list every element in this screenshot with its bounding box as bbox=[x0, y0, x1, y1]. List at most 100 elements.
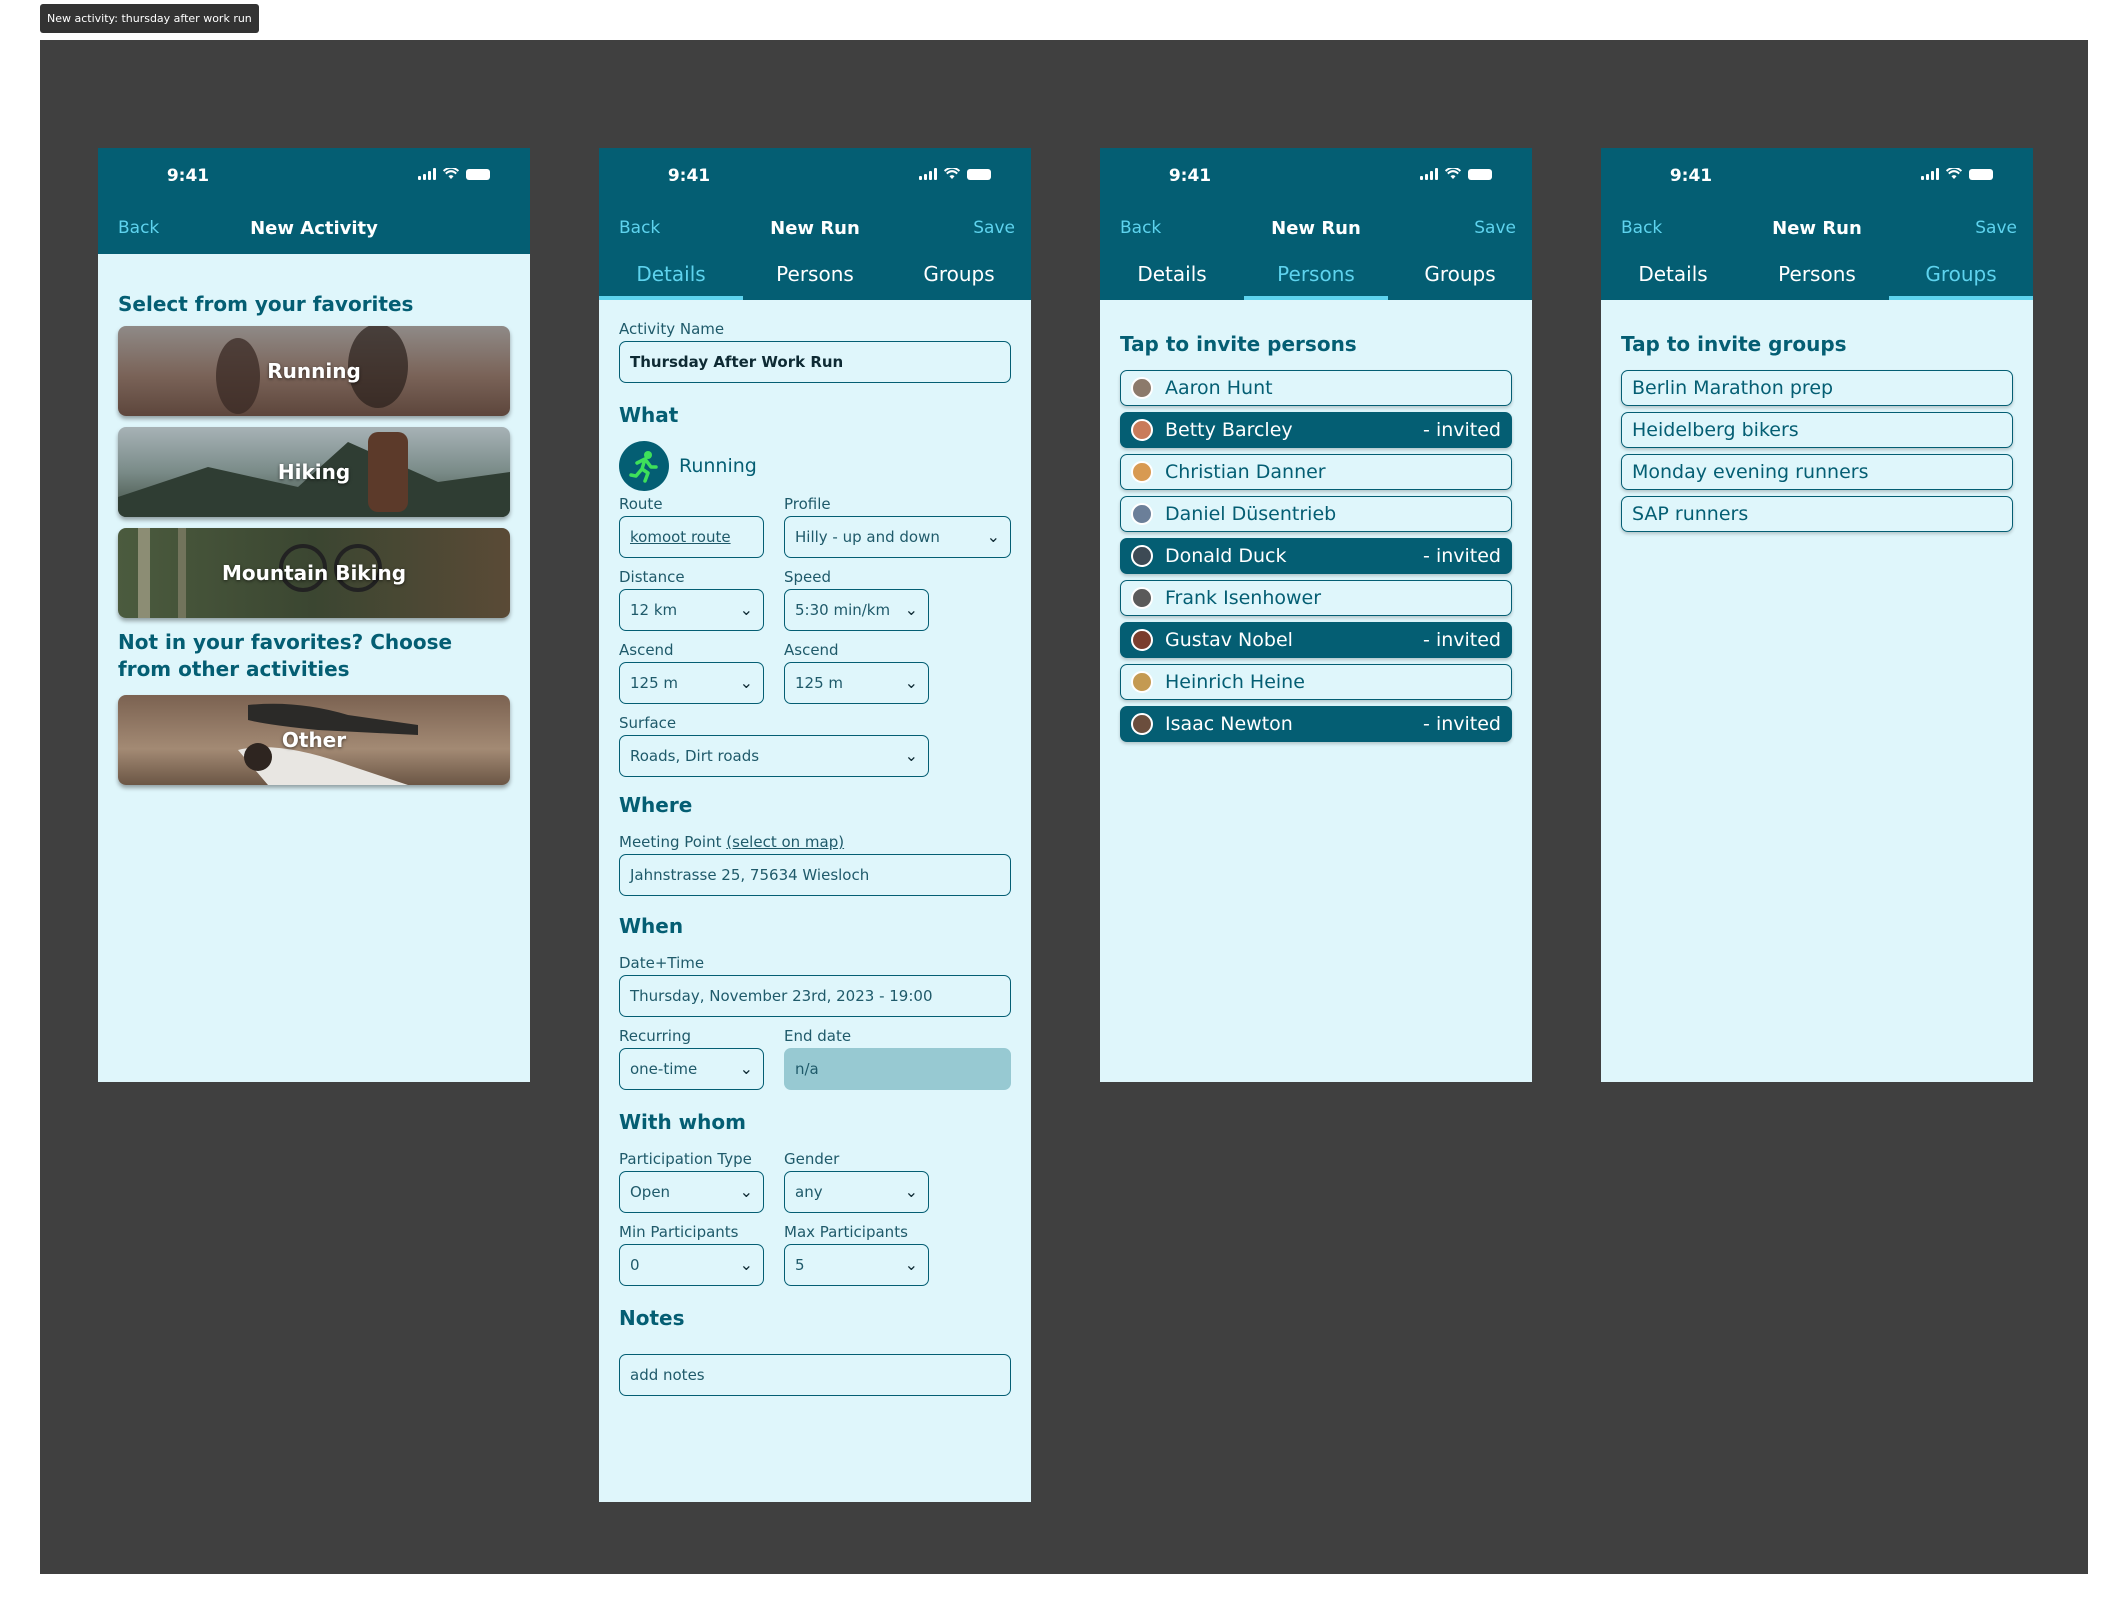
chevron-down-icon: ⌄ bbox=[739, 600, 753, 619]
chevron-down-icon: ⌄ bbox=[739, 673, 753, 692]
wifi-icon bbox=[944, 168, 960, 179]
person-item[interactable]: Gustav Nobel - invited bbox=[1120, 622, 1512, 658]
person-name: Gustav Nobel bbox=[1165, 629, 1293, 651]
person-item[interactable]: Christian Danner bbox=[1120, 454, 1512, 490]
profile-select[interactable]: Hilly - up and down ⌄ bbox=[784, 516, 1011, 558]
activity-card-other[interactable]: Other bbox=[118, 695, 510, 785]
route-field[interactable]: komoot route bbox=[619, 516, 764, 558]
wifi-icon bbox=[1946, 168, 1962, 179]
speed-label: Speed bbox=[784, 568, 832, 586]
tab-persons[interactable]: Persons bbox=[1745, 254, 1889, 300]
distance-label: Distance bbox=[619, 568, 685, 586]
frame-label: New activity: thursday after work run bbox=[40, 4, 259, 33]
tab-groups[interactable]: Groups bbox=[1889, 254, 2033, 300]
participation-type-select[interactable]: Open ⌄ bbox=[619, 1171, 764, 1213]
end-date-label: End date bbox=[784, 1027, 852, 1045]
distance-value: 12 km bbox=[630, 601, 678, 619]
surface-label: Surface bbox=[619, 714, 677, 732]
group-item[interactable]: Monday evening runners bbox=[1621, 454, 2013, 490]
activity-name-field[interactable]: Thursday After Work Run bbox=[619, 341, 1011, 383]
wifi-icon bbox=[443, 168, 459, 179]
datetime-label: Date+Time bbox=[619, 954, 705, 972]
person-item[interactable]: Betty Barcley - invited bbox=[1120, 412, 1512, 448]
signal-icon bbox=[1921, 168, 1939, 180]
tab-details[interactable]: Details bbox=[599, 254, 743, 300]
select-on-map-link[interactable]: (select on map) bbox=[726, 833, 844, 851]
min-participants-value: 0 bbox=[630, 1256, 640, 1274]
invite-persons-heading: Tap to invite persons bbox=[1120, 332, 1357, 356]
activity-card-hiking[interactable]: Hiking bbox=[118, 427, 510, 517]
group-item[interactable]: Berlin Marathon prep bbox=[1621, 370, 2013, 406]
screen-new-run-groups: 9:41 Back New Run Save Details Persons G… bbox=[1601, 148, 2033, 1082]
save-button[interactable]: Save bbox=[1975, 218, 2017, 238]
activity-type-row[interactable]: Running bbox=[619, 441, 1011, 491]
screen-new-run-details: 9:41 Back New Run Save Details Persons G… bbox=[599, 148, 1031, 1502]
person-item[interactable]: Heinrich Heine bbox=[1120, 664, 1512, 700]
meeting-point-field[interactable]: Jahnstrasse 25, 75634 Wiesloch bbox=[619, 854, 1011, 896]
invited-badge: - invited bbox=[1423, 629, 1501, 651]
speed-select[interactable]: 5:30 min/km ⌄ bbox=[784, 589, 929, 631]
signal-icon bbox=[919, 168, 937, 180]
save-button[interactable]: Save bbox=[1474, 218, 1516, 238]
person-item[interactable]: Frank Isenhower bbox=[1120, 580, 1512, 616]
person-item[interactable]: Aaron Hunt bbox=[1120, 370, 1512, 406]
tab-details[interactable]: Details bbox=[1601, 254, 1745, 300]
recurring-select[interactable]: one-time ⌄ bbox=[619, 1048, 764, 1090]
signal-icon bbox=[1420, 168, 1438, 180]
person-item[interactable]: Isaac Newton - invited bbox=[1120, 706, 1512, 742]
min-participants-select[interactable]: 0 ⌄ bbox=[619, 1244, 764, 1286]
avatar bbox=[1131, 629, 1153, 651]
avatar bbox=[1131, 461, 1153, 483]
participation-type-label: Participation Type bbox=[619, 1150, 752, 1168]
wifi-icon bbox=[1445, 168, 1461, 179]
person-name: Frank Isenhower bbox=[1165, 587, 1322, 609]
favorites-heading: Select from your favorites bbox=[118, 292, 414, 316]
group-item[interactable]: Heidelberg bikers bbox=[1621, 412, 2013, 448]
route-link[interactable]: komoot route bbox=[630, 528, 731, 546]
avatar bbox=[1131, 545, 1153, 567]
max-participants-select[interactable]: 5 ⌄ bbox=[784, 1244, 929, 1286]
screen-new-activity: 9:41 Back New Activity Select from your … bbox=[98, 148, 530, 1082]
tab-groups[interactable]: Groups bbox=[1388, 254, 1532, 300]
what-heading: What bbox=[619, 403, 679, 427]
tab-persons[interactable]: Persons bbox=[1244, 254, 1388, 300]
group-item[interactable]: SAP runners bbox=[1621, 496, 2013, 532]
activity-type-label: Running bbox=[679, 455, 757, 477]
recurring-value: one-time bbox=[630, 1060, 698, 1078]
profile-label: Profile bbox=[784, 495, 831, 513]
activity-card-mountain-biking[interactable]: Mountain Biking bbox=[118, 528, 510, 618]
chevron-down-icon: ⌄ bbox=[904, 746, 918, 765]
distance-select[interactable]: 12 km ⌄ bbox=[619, 589, 764, 631]
notes-field[interactable]: add notes bbox=[619, 1354, 1011, 1396]
battery-icon bbox=[466, 168, 490, 180]
profile-value: Hilly - up and down bbox=[795, 528, 940, 546]
status-time: 9:41 bbox=[667, 166, 711, 186]
tab-details[interactable]: Details bbox=[1100, 254, 1244, 300]
activity-card-label: Running bbox=[267, 359, 361, 383]
datetime-field[interactable]: Thursday, November 23rd, 2023 - 19:00 bbox=[619, 975, 1011, 1017]
status-bar: 9:41 bbox=[98, 148, 530, 208]
ascend-select-2[interactable]: 125 m ⌄ bbox=[784, 662, 929, 704]
person-item[interactable]: Daniel Düsentrieb bbox=[1120, 496, 1512, 532]
save-button[interactable]: Save bbox=[973, 218, 1015, 238]
chevron-down-icon: ⌄ bbox=[904, 673, 918, 692]
end-date-field: n/a bbox=[784, 1048, 1011, 1090]
invited-badge: - invited bbox=[1423, 713, 1501, 735]
nav-title: New Activity bbox=[250, 218, 378, 239]
person-item[interactable]: Donald Duck - invited bbox=[1120, 538, 1512, 574]
tab-persons[interactable]: Persons bbox=[743, 254, 887, 300]
person-name: Donald Duck bbox=[1165, 545, 1287, 567]
chevron-down-icon: ⌄ bbox=[739, 1182, 753, 1201]
activity-card-label: Hiking bbox=[277, 460, 351, 484]
where-heading: Where bbox=[619, 793, 693, 817]
activity-card-running[interactable]: Running bbox=[118, 326, 510, 416]
tab-bar: Details Persons Groups bbox=[1601, 254, 2033, 300]
gender-select[interactable]: any ⌄ bbox=[784, 1171, 929, 1213]
with-whom-heading: With whom bbox=[619, 1110, 746, 1134]
tab-groups[interactable]: Groups bbox=[887, 254, 1031, 300]
status-time: 9:41 bbox=[166, 166, 210, 186]
ascend-select[interactable]: 125 m ⌄ bbox=[619, 662, 764, 704]
ascend-label-2: Ascend bbox=[784, 641, 839, 659]
surface-select[interactable]: Roads, Dirt roads ⌄ bbox=[619, 735, 929, 777]
status-bar: 9:41 bbox=[1100, 148, 1532, 208]
